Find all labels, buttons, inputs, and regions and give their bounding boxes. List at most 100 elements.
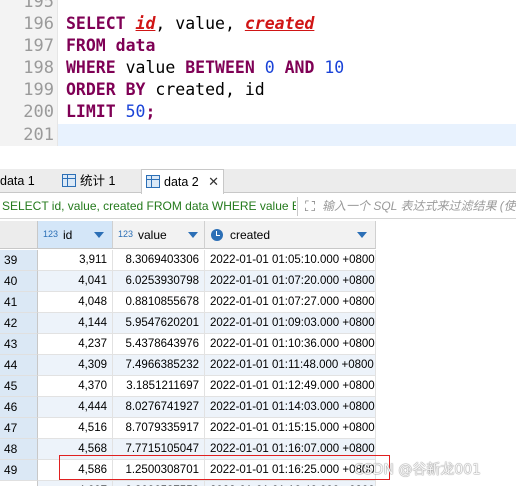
cell-id[interactable]: 4,237 [38,334,113,355]
close-icon[interactable]: ✕ [208,170,219,194]
table-row[interactable]: 46 4,444 8.0276741927 2022-01-01 01:14:03.0… [0,397,376,418]
keyword-from: FROM [66,36,106,55]
cell-created[interactable]: 2022-01-01 01:07:27.000 +0800 [205,292,376,313]
filter-expand-icon[interactable]: ⛶ [302,198,318,214]
cell-id[interactable]: 4,309 [38,355,113,376]
cell-value[interactable]: 5.9547620201 [113,313,205,334]
cell-id[interactable]: 3,911 [38,250,113,271]
row-number[interactable]: 43 [0,334,38,355]
cell-id[interactable]: 4,444 [38,397,113,418]
chevron-down-icon[interactable] [357,232,367,238]
line-number: 195 [23,0,54,12]
cell-value[interactable]: 5.4378643976 [113,334,205,355]
cell-value[interactable]: 8.0276741927 [113,397,205,418]
cell-created[interactable]: 2022-01-01 01:14:03.000 +0800 [205,397,376,418]
table-row[interactable]: 41 4,048 0.8810855678 2022-01-01 01:07:27.0… [0,292,376,313]
line-number: 196 [23,14,54,34]
chevron-down-icon[interactable] [94,232,104,238]
table-row[interactable]: 42 4,144 5.9547620201 2022-01-01 01:09:03.0… [0,313,376,334]
row-number[interactable]: 41 [0,292,38,313]
table-row[interactable]: 504,6073.30965375582022-01-01 01:16:46.0… [0,481,376,486]
cell-id[interactable]: 4,041 [38,271,113,292]
cell-id[interactable]: 4,048 [38,292,113,313]
cell-id[interactable]: 4,144 [38,313,113,334]
keyword-and: AND [284,58,315,77]
cell-value[interactable]: 8.7079335917 [113,418,205,439]
row-number[interactable]: 49 [0,460,38,481]
code-text: created, id [145,80,265,99]
current-line-highlight [58,124,516,146]
row-number[interactable]: 42 [0,313,38,334]
cell-value[interactable]: 3.3096537558 [113,481,205,486]
table-row[interactable]: 40 4,041 6.0253930798 2022-01-01 01:07:20.0… [0,271,376,292]
code-line-order[interactable]: ORDER BY created, id [66,79,265,101]
cell-created[interactable]: 2022-01-01 01:16:46.000 +0800 [205,481,376,486]
row-number[interactable]: 45 [0,376,38,397]
row-number[interactable]: 46 [0,397,38,418]
line-number: 200 [23,102,54,122]
cell-value[interactable]: 6.0253930798 [113,271,205,292]
chevron-down-icon[interactable] [188,232,198,238]
cell-created[interactable]: 2022-01-01 01:11:48.000 +0800 [205,355,376,376]
line-number: 197 [23,36,54,56]
cell-created[interactable]: 2022-01-01 01:07:20.000 +0800 [205,271,376,292]
table-row[interactable]: 47 4,516 8.7079335917 2022-01-01 01:15:15.0… [0,418,376,439]
column-label: created [230,228,271,242]
tab-data-2[interactable]: data 2 ✕ [141,169,224,194]
code-line-limit[interactable]: LIMIT 50; [66,101,155,123]
cell-created[interactable]: 2022-01-01 01:10:36.000 +0800 [205,334,376,355]
tab-stats-1[interactable]: 统计 1 [58,169,138,193]
cell-created[interactable]: 2022-01-01 01:15:15.000 +0800 [205,418,376,439]
cell-id[interactable]: 4,607 [38,481,113,486]
code-line-from[interactable]: FROM data [66,35,155,57]
code-line-where[interactable]: WHERE value BETWEEN 0 AND 10 [66,57,344,79]
column-header-id[interactable]: 123 id [38,221,113,249]
datetime-type-icon [211,229,223,241]
column-header-created[interactable]: created [205,221,376,249]
cell-created[interactable]: 2022-01-01 01:09:03.000 +0800 [205,313,376,334]
row-number[interactable]: 48 [0,439,38,460]
tab-label: data 2 [164,175,199,189]
sql-editor[interactable]: 195 196 197 198 199 200 201 SELECT id, v… [0,0,516,146]
cell-value[interactable]: 0.8810855678 [113,292,205,313]
row-number[interactable]: 40 [0,271,38,292]
table-row[interactable]: 39 3,911 8.3069403306 2022-01-01 01:05:10.0… [0,250,376,271]
cell-created[interactable]: 2022-01-01 01:05:10.000 +0800 [205,250,376,271]
number-literal: 50 [125,102,146,121]
table-name: data [105,36,156,55]
row-number[interactable]: 50 [0,481,38,486]
keyword-select: SELECT [66,14,126,33]
line-number: 199 [23,80,54,100]
table-row[interactable]: 44 4,309 7.4966385232 2022-01-01 01:11:48.0… [0,355,376,376]
row-number[interactable]: 39 [0,250,38,271]
keyword-where: WHERE [66,58,116,77]
result-tab-bar: data 1 统计 1 data 2 ✕ [0,169,516,194]
number-literal: 10 [324,58,345,77]
filter-input[interactable]: 输入一个 SQL 表达式来过滤结果 (使用 Ctrl+Space) [322,194,516,219]
cell-id[interactable]: 4,370 [38,376,113,397]
row-number[interactable]: 47 [0,418,38,439]
column-label: id [63,228,73,242]
table-row[interactable]: 45 4,370 3.1851211697 2022-01-01 01:12:49.0… [0,376,376,397]
number-literal: 0 [264,58,275,77]
row-number-header[interactable] [0,221,38,249]
keyword-between: BETWEEN [185,58,255,77]
cell-value[interactable]: 3.1851211697 [113,376,205,397]
cell-id[interactable]: 4,516 [38,418,113,439]
cell-created[interactable]: 2022-01-01 01:12:49.000 +0800 [205,376,376,397]
column-created-error: created [244,14,315,33]
cell-value[interactable]: 8.3069403306 [113,250,205,271]
column-id-error: id [135,14,156,33]
column-header-value[interactable]: 123 value [113,221,205,249]
code-text: value [115,58,186,77]
line-number-gutter: 195 196 197 198 199 200 201 [0,0,57,146]
tab-data-1[interactable]: data 1 [0,169,56,193]
tab-label: 统计 1 [80,174,116,188]
cell-value[interactable]: 7.4966385232 [113,355,205,376]
highlight-annotation [59,455,390,480]
row-number[interactable]: 44 [0,355,38,376]
table-row[interactable]: 43 4,237 5.4378643976 2022-01-01 01:10:36.0… [0,334,376,355]
code-line-select[interactable]: SELECT id, value, created [66,13,314,35]
query-text: SELECT id, value, created FROM data WHER… [2,199,296,213]
line-number: 201 [23,125,54,145]
